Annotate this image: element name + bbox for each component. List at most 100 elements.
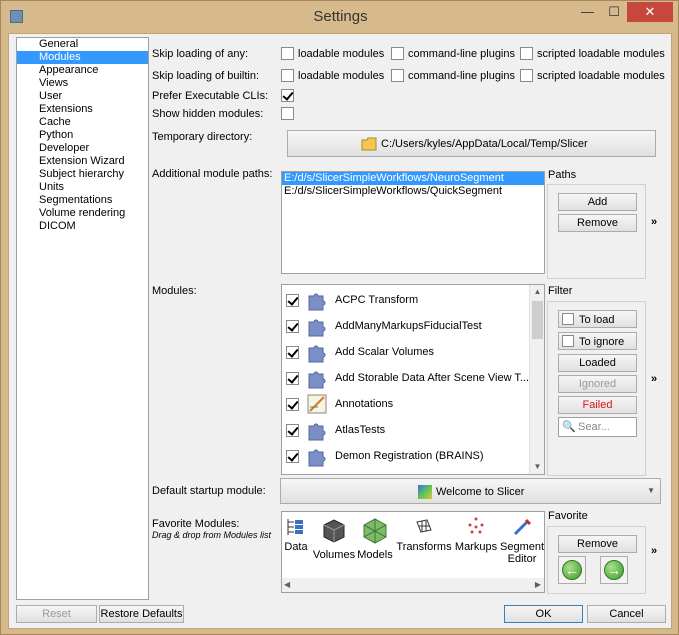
favorite-models[interactable]: Models — [356, 516, 394, 561]
nav-item-modules[interactable]: Modules — [17, 51, 148, 64]
favorite-transforms[interactable]: Transforms — [396, 516, 452, 553]
favorite-data[interactable]: Data — [282, 516, 310, 553]
module-checkbox[interactable] — [286, 320, 299, 333]
prefer-cli-checkbox[interactable] — [281, 89, 294, 102]
close-button[interactable]: ✕ — [627, 2, 673, 22]
scroll-right-arrow-icon[interactable]: ▶ — [535, 580, 541, 589]
module-row-demon-registration[interactable]: Demon Registration (BRAINS) — [286, 443, 526, 469]
scroll-down-arrow-icon[interactable]: ▼ — [530, 462, 544, 471]
module-checkbox[interactable] — [286, 424, 299, 437]
favorite-group-title: Favorite — [548, 510, 588, 522]
puzzle-icon — [308, 345, 326, 363]
module-search-input[interactable]: 🔍 Sear... — [558, 417, 637, 437]
paths-more-button[interactable]: » — [651, 216, 657, 228]
puzzle-icon — [308, 371, 326, 389]
to-load-checkbox[interactable] — [562, 313, 574, 325]
skip-any-cli-checkbox[interactable] — [391, 47, 404, 60]
temp-dir-button[interactable]: C:/Users/kyles/AppData/Local/Temp/Slicer — [287, 130, 656, 157]
restore-defaults-button[interactable]: Restore Defaults — [99, 605, 184, 623]
show-hidden-checkbox[interactable] — [281, 107, 294, 120]
module-path-item[interactable]: E:/d/s/SlicerSimpleWorkflows/QuickSegmen… — [282, 185, 544, 198]
move-favorite-right-button[interactable]: → — [600, 556, 628, 584]
module-checkbox[interactable] — [286, 372, 299, 385]
settings-category-list[interactable]: General Modules Appearance Views User Ex… — [16, 37, 149, 600]
remove-favorite-button[interactable]: Remove — [558, 535, 637, 553]
nav-item-general[interactable]: General — [17, 38, 148, 51]
volumes-icon — [323, 519, 345, 543]
models-icon — [363, 518, 387, 544]
annotations-icon — [307, 394, 327, 414]
nav-item-python[interactable]: Python — [17, 129, 148, 142]
module-checkbox[interactable] — [286, 346, 299, 359]
ok-button[interactable]: OK — [504, 605, 583, 623]
modules-scrollbar[interactable]: ▲ ▼ — [529, 285, 544, 474]
module-paths-list[interactable]: E:/d/s/SlicerSimpleWorkflows/NeuroSegmen… — [281, 171, 545, 274]
skip-builtin-loadable-checkbox[interactable] — [281, 69, 294, 82]
skip-any-loadable-checkbox[interactable] — [281, 47, 294, 60]
skip-builtin-label: Skip loading of builtin: — [152, 70, 260, 82]
add-path-button[interactable]: Add — [558, 193, 637, 211]
nav-item-extension-wizard[interactable]: Extension Wizard — [17, 155, 148, 168]
nav-item-cache[interactable]: Cache — [17, 116, 148, 129]
chevron-down-icon: ▼ — [647, 486, 655, 495]
to-ignore-toggle[interactable]: To ignore — [558, 332, 637, 350]
data-icon — [287, 519, 303, 535]
module-row-add-storable-data[interactable]: Add Storable Data After Scene View T... — [286, 365, 530, 391]
puzzle-icon — [308, 293, 326, 311]
scroll-thumb[interactable] — [532, 301, 543, 339]
modules-list[interactable]: ACPC Transform AddManyMarkupsFiducialTes… — [281, 284, 545, 475]
minimize-button[interactable]: — — [574, 2, 601, 22]
module-row-atlastests[interactable]: AtlasTests — [286, 417, 526, 443]
nav-item-dicom[interactable]: DICOM — [17, 220, 148, 233]
module-name: Add Storable Data After Scene View T... — [335, 372, 530, 384]
module-path-item[interactable]: E:/d/s/SlicerSimpleWorkflows/NeuroSegmen… — [282, 172, 544, 185]
reset-button[interactable]: Reset — [16, 605, 97, 623]
favorites-toolbar[interactable]: Data Volumes Models Transforms Markups S… — [281, 511, 545, 593]
cancel-button[interactable]: Cancel — [587, 605, 666, 623]
favorites-horizontal-scrollbar[interactable]: ◀ ▶ — [282, 578, 544, 592]
favorite-segment-editor[interactable]: Segment Editor — [500, 516, 544, 565]
move-favorite-left-button[interactable]: ← — [558, 556, 586, 584]
favorite-markups[interactable]: Markups — [454, 516, 498, 553]
maximize-button[interactable]: ☐ — [601, 2, 627, 22]
nav-item-volume-rendering[interactable]: Volume rendering — [17, 207, 148, 220]
nav-item-extensions[interactable]: Extensions — [17, 103, 148, 116]
nav-item-views[interactable]: Views — [17, 77, 148, 90]
module-name: AtlasTests — [335, 424, 386, 436]
to-ignore-checkbox[interactable] — [562, 335, 574, 347]
failed-filter-button[interactable]: Failed — [558, 396, 637, 414]
nav-item-developer[interactable]: Developer — [17, 142, 148, 155]
startup-module-dropdown[interactable]: Welcome to Slicer ▼ — [280, 478, 661, 504]
module-row-annotations[interactable]: Annotations — [286, 391, 526, 417]
nav-item-segmentations[interactable]: Segmentations — [17, 194, 148, 207]
nav-item-units[interactable]: Units — [17, 181, 148, 194]
module-row-addmanymarkups[interactable]: AddManyMarkupsFiducialTest — [286, 313, 526, 339]
arrow-right-icon: → — [604, 560, 624, 580]
favorites-label: Favorite Modules: — [152, 518, 240, 530]
favorite-volumes[interactable]: Volumes — [312, 516, 356, 561]
temp-dir-value: C:/Users/kyles/AppData/Local/Temp/Slicer — [381, 138, 588, 150]
nav-item-user[interactable]: User — [17, 90, 148, 103]
module-name: Demon Registration (BRAINS) — [335, 450, 484, 462]
skip-builtin-scripted-checkbox[interactable] — [520, 69, 533, 82]
module-checkbox[interactable] — [286, 398, 299, 411]
folder-icon — [361, 136, 377, 152]
remove-path-button[interactable]: Remove — [558, 214, 637, 232]
module-row-acpc[interactable]: ACPC Transform — [286, 287, 526, 313]
module-row-add-scalar-volumes[interactable]: Add Scalar Volumes — [286, 339, 526, 365]
loaded-filter-button[interactable]: Loaded — [558, 354, 637, 372]
filter-more-button[interactable]: » — [651, 373, 657, 385]
nav-item-subject-hierarchy[interactable]: Subject hierarchy — [17, 168, 148, 181]
paths-group-title: Paths — [548, 169, 577, 181]
favorite-label: Models — [357, 549, 393, 561]
skip-any-scripted-checkbox[interactable] — [520, 47, 533, 60]
ignored-filter-button[interactable]: Ignored — [558, 375, 637, 393]
nav-item-appearance[interactable]: Appearance — [17, 64, 148, 77]
favorites-more-button[interactable]: » — [651, 545, 657, 557]
module-checkbox[interactable] — [286, 294, 299, 307]
skip-builtin-cli-checkbox[interactable] — [391, 69, 404, 82]
scroll-up-arrow-icon[interactable]: ▲ — [530, 287, 544, 296]
to-load-toggle[interactable]: To load — [558, 310, 637, 328]
scroll-left-arrow-icon[interactable]: ◀ — [284, 580, 290, 589]
module-checkbox[interactable] — [286, 450, 299, 463]
